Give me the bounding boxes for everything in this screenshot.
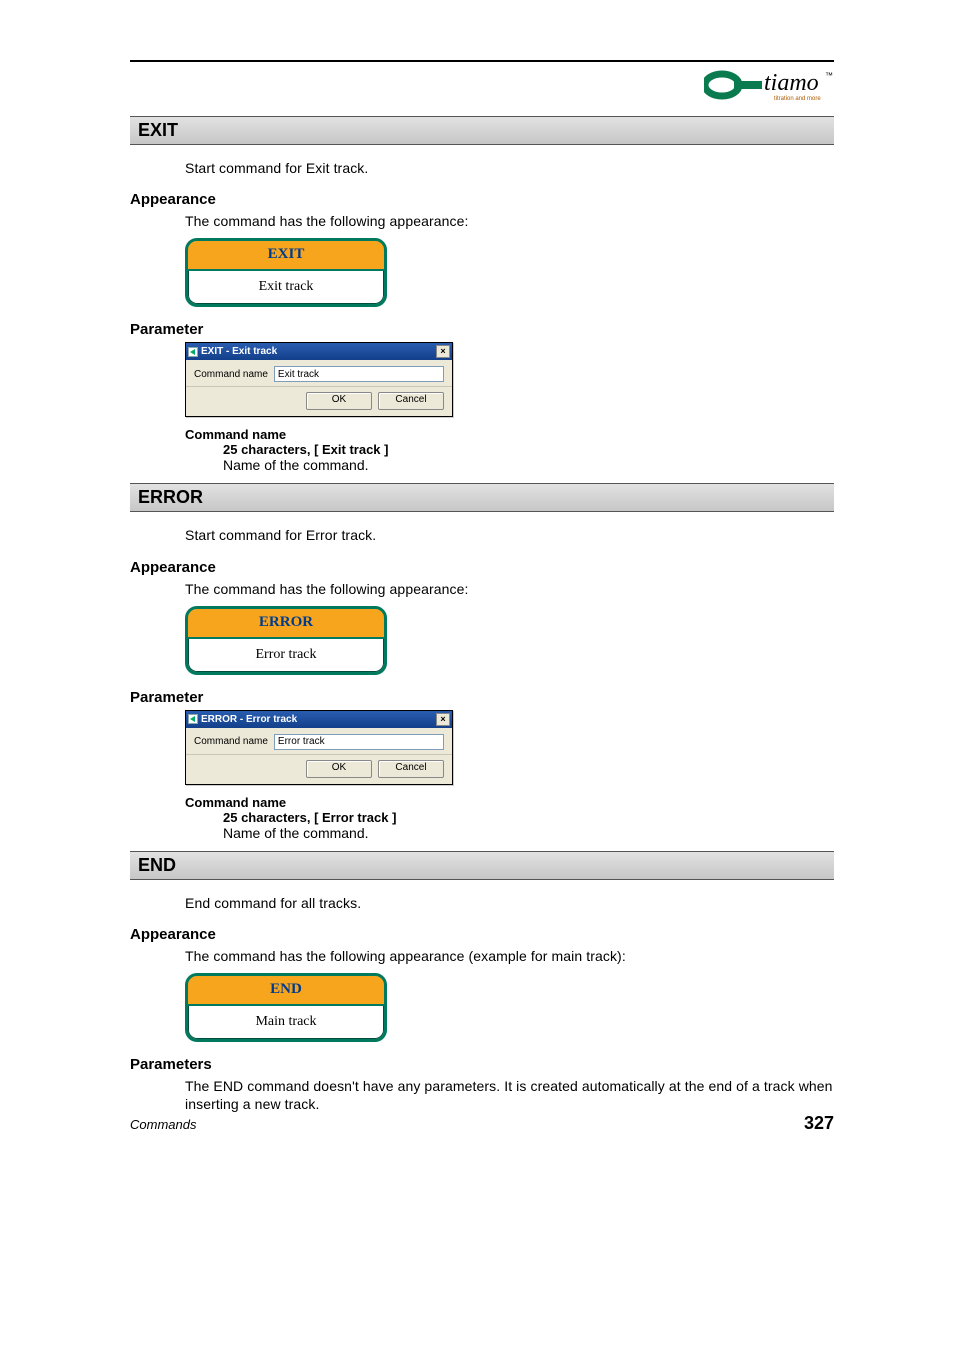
- exit-widget-body: Exit track: [188, 271, 384, 304]
- logo-tagline-text: titration and more: [774, 96, 821, 102]
- page-footer: Commands 327: [130, 1113, 834, 1134]
- close-icon[interactable]: ×: [436, 713, 450, 726]
- exit-widget-head: EXIT: [188, 241, 384, 271]
- exit-parameter-heading: Parameter: [130, 321, 834, 338]
- footer-left: Commands: [130, 1117, 196, 1132]
- dialog-app-icon: [188, 347, 198, 357]
- exit-param-spec: 25 characters, [ Exit track ]: [223, 442, 834, 457]
- exit-dialog-field-label: Command name: [194, 369, 268, 380]
- cancel-button[interactable]: Cancel: [378, 392, 444, 410]
- error-widget-head: ERROR: [188, 609, 384, 639]
- logo-tm-text: ™: [825, 71, 833, 80]
- error-param-spec: 25 characters, [ Error track ]: [223, 810, 834, 825]
- section-title-exit: EXIT: [130, 116, 834, 145]
- error-dialog: ERROR - Error track × Command name OK Ca…: [185, 710, 453, 785]
- header-rule: [130, 60, 834, 62]
- error-command-widget: ERROR Error track: [185, 606, 387, 675]
- end-command-widget: END Main track: [185, 973, 387, 1042]
- end-parameters-text: The END command doesn't have any paramet…: [185, 1077, 834, 1113]
- error-param-name: Command name: [185, 795, 834, 810]
- exit-intro-text: Start command for Exit track.: [185, 159, 834, 177]
- exit-command-name-input[interactable]: [274, 366, 444, 382]
- exit-param-block: Command name 25 characters, [ Exit track…: [185, 427, 834, 473]
- error-param-desc: Name of the command.: [223, 825, 834, 841]
- exit-dialog-titlebar: EXIT - Exit track ×: [186, 343, 452, 360]
- logo-container: tiamo ™ titration and more: [130, 66, 834, 104]
- exit-appearance-text: The command has the following appearance…: [185, 212, 834, 230]
- close-icon[interactable]: ×: [436, 345, 450, 358]
- error-command-name-input[interactable]: [274, 734, 444, 750]
- exit-param-desc: Name of the command.: [223, 457, 834, 473]
- ok-button[interactable]: OK: [306, 760, 372, 778]
- exit-param-name: Command name: [185, 427, 834, 442]
- tiamo-logo-icon: tiamo ™ titration and more: [704, 66, 834, 104]
- cancel-button[interactable]: Cancel: [378, 760, 444, 778]
- exit-appearance-heading: Appearance: [130, 191, 834, 208]
- error-intro-text: Start command for Error track.: [185, 526, 834, 544]
- error-appearance-text: The command has the following appearance…: [185, 580, 834, 598]
- end-appearance-heading: Appearance: [130, 926, 834, 943]
- error-param-block: Command name 25 characters, [ Error trac…: [185, 795, 834, 841]
- end-widget-body: Main track: [188, 1006, 384, 1039]
- ok-button[interactable]: OK: [306, 392, 372, 410]
- error-dialog-titlebar: ERROR - Error track ×: [186, 711, 452, 728]
- section-title-end: END: [130, 851, 834, 880]
- error-dialog-title: ERROR - Error track: [201, 714, 297, 725]
- error-appearance-heading: Appearance: [130, 559, 834, 576]
- end-appearance-text: The command has the following appearance…: [185, 947, 834, 965]
- logo-brand-text: tiamo: [764, 70, 819, 96]
- dialog-app-icon: [188, 714, 198, 724]
- end-widget-head: END: [188, 976, 384, 1006]
- error-dialog-field-label: Command name: [194, 736, 268, 747]
- end-intro-text: End command for all tracks.: [185, 894, 834, 912]
- exit-command-widget: EXIT Exit track: [185, 238, 387, 307]
- error-parameter-heading: Parameter: [130, 689, 834, 706]
- exit-dialog-title: EXIT - Exit track: [201, 346, 277, 357]
- end-parameters-heading: Parameters: [130, 1056, 834, 1073]
- footer-page-number: 327: [804, 1113, 834, 1134]
- exit-dialog: EXIT - Exit track × Command name OK Canc…: [185, 342, 453, 417]
- error-widget-body: Error track: [188, 639, 384, 672]
- section-title-error: ERROR: [130, 483, 834, 512]
